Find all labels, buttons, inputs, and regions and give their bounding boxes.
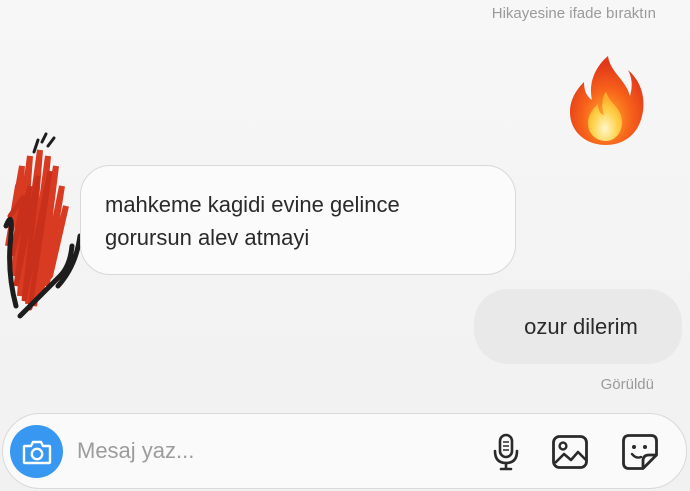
sticker-button[interactable] [621,433,659,471]
message-input[interactable] [77,434,457,468]
sticker-icon [622,434,658,470]
fire-icon [570,56,644,145]
gallery-button[interactable] [551,433,589,471]
fire-emoji-reaction [564,52,648,148]
microphone-icon [493,433,519,471]
camera-button[interactable] [10,425,63,478]
gallery-icon [552,435,588,469]
outgoing-message-bubble[interactable]: ozur dilerim [474,289,682,364]
outgoing-message-text: ozur dilerim [524,313,638,339]
story-reaction-note: Hikayesine ifade bıraktın [491,5,656,22]
redacted-avatar [0,126,92,326]
incoming-message-bubble[interactable]: mahkeme kagidi evine gelince gorursun al… [80,165,516,275]
dm-thread-screen: Hikayesine ifade bıraktın mahkeme kagidi… [0,0,690,491]
message-composer [2,413,687,489]
incoming-message-line: gorursun alev atmayi [105,225,310,250]
scribble-redaction-icon [3,132,83,319]
microphone-button[interactable] [487,433,525,471]
incoming-message-line: mahkeme kagidi evine gelince [105,192,400,217]
seen-status: Görüldü [600,376,654,393]
camera-icon [22,440,51,464]
